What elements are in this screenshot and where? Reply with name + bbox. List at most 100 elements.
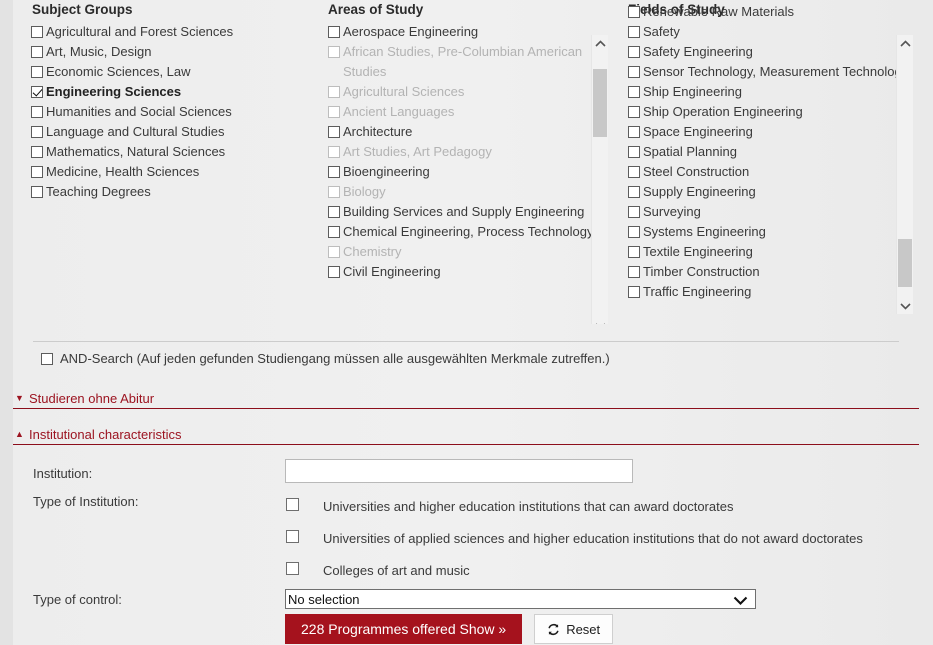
section-divider [33, 341, 899, 342]
listbox-subject-groups[interactable]: Agricultural and Forest Sciences Art, Mus… [31, 22, 321, 322]
option-checkbox[interactable] [328, 166, 340, 178]
option-checkbox[interactable] [328, 266, 340, 278]
type-of-institution-checkbox[interactable] [286, 530, 299, 543]
reset-label: Reset [566, 621, 601, 637]
option-row[interactable]: Building Services and Supply Engineering [328, 202, 608, 222]
option-row[interactable]: Systems Engineering [628, 222, 913, 242]
accordion-header-institutional-characteristics[interactable]: ▲ Institutional characteristics [13, 424, 919, 444]
option-row[interactable]: Timber Construction [628, 262, 913, 282]
option-label: Agricultural and Forest Sciences [46, 24, 234, 39]
option-label: Art Studies, Art Pedagogy [343, 144, 492, 159]
option-checkbox[interactable] [328, 226, 340, 238]
option-row[interactable]: Traffic Engineering [628, 282, 913, 302]
option-label: Safety [643, 24, 680, 39]
option-row[interactable]: Ship Engineering [628, 82, 913, 102]
option-checkbox[interactable] [31, 46, 43, 58]
option-list-subject-groups: Agricultural and Forest Sciences Art, Mus… [31, 22, 321, 202]
option-row[interactable]: Mathematics, Natural Sciences [31, 142, 321, 162]
type-of-institution-option[interactable]: Colleges of art and music [286, 560, 886, 582]
option-row[interactable]: Medicine, Health Sciences [31, 162, 321, 182]
scroll-down-icon[interactable] [897, 298, 913, 314]
option-checkbox[interactable] [31, 126, 43, 138]
option-checkbox[interactable] [628, 226, 640, 238]
scroll-up-icon[interactable] [592, 35, 608, 51]
option-checkbox[interactable] [328, 26, 340, 38]
scrollbar-fields-of-study[interactable] [896, 35, 913, 314]
option-checkbox[interactable] [328, 206, 340, 218]
option-checkbox[interactable] [628, 266, 640, 278]
option-label: Ship Engineering [643, 84, 743, 99]
option-checkbox[interactable] [628, 6, 640, 18]
option-checkbox[interactable] [628, 46, 640, 58]
option-checkbox[interactable] [31, 186, 43, 198]
option-row[interactable]: Chemical Engineering, Process Technology [328, 222, 608, 242]
option-row[interactable]: Language and Cultural Studies [31, 122, 321, 142]
option-label: Civil Engineering [343, 264, 441, 279]
type-of-institution-option[interactable]: Universities and higher education instit… [286, 496, 886, 518]
type-of-institution-option[interactable]: Universities of applied sciences and hig… [286, 528, 886, 550]
option-row[interactable]: Sensor Technology, Measurement Technolog… [628, 62, 913, 82]
listbox-areas-of-study[interactable]: Aerospace Engineering African Studies, Pr… [328, 22, 608, 324]
option-row[interactable]: Safety [628, 22, 913, 42]
option-row[interactable]: Economic Sciences, Law [31, 62, 321, 82]
option-row[interactable]: Art, Music, Design [31, 42, 321, 62]
option-row[interactable]: Space Engineering [628, 122, 913, 142]
scroll-up-icon[interactable] [897, 35, 913, 51]
option-checkbox[interactable] [31, 106, 43, 118]
accordion-header-studieren-ohne-abitur[interactable]: ▼ Studieren ohne Abitur [13, 388, 919, 408]
scrollbar-thumb[interactable] [593, 69, 607, 137]
option-checkbox[interactable] [31, 146, 43, 158]
option-checkbox[interactable] [628, 286, 640, 298]
institution-input[interactable] [285, 459, 633, 483]
option-row[interactable]: Supply Engineering [628, 182, 913, 202]
scrollbar-thumb[interactable] [898, 239, 912, 287]
option-checkbox[interactable] [31, 166, 43, 178]
option-row: Ancient Languages [328, 102, 608, 122]
option-checkbox[interactable] [328, 126, 340, 138]
option-row[interactable]: Textile Engineering [628, 242, 913, 262]
option-row[interactable]: Safety Engineering [628, 42, 913, 62]
option-row: Art Studies, Art Pedagogy [328, 142, 608, 162]
option-row[interactable]: Bioengineering [328, 162, 608, 182]
option-checkbox [328, 86, 340, 98]
option-label: Ancient Languages [343, 104, 455, 119]
type-of-control-select[interactable]: No selection [285, 589, 756, 609]
option-row[interactable]: Humanities and Social Sciences [31, 102, 321, 122]
and-search-row[interactable]: AND-Search (Auf jeden gefunden Studienga… [41, 350, 610, 368]
listbox-fields-of-study[interactable]: Renewable Raw Materials Safety Safety Engi… [628, 2, 913, 314]
option-row[interactable]: Ship Operation Engineering [628, 102, 913, 122]
option-checkbox[interactable] [628, 86, 640, 98]
option-row[interactable]: Aerospace Engineering [328, 22, 608, 42]
option-row[interactable]: Agricultural and Forest Sciences [31, 22, 321, 42]
option-checkbox[interactable] [31, 26, 43, 38]
scroll-down-icon[interactable] [592, 318, 608, 324]
option-label: Timber Construction [643, 264, 760, 279]
option-checkbox[interactable] [31, 66, 43, 78]
option-row[interactable]: Architecture [328, 122, 608, 142]
option-checkbox[interactable] [628, 106, 640, 118]
option-row[interactable]: Engineering Sciences [31, 82, 321, 102]
option-checkbox[interactable] [628, 166, 640, 178]
option-row[interactable]: Civil Engineering [328, 262, 608, 282]
option-row[interactable]: Renewable Raw Materials [628, 2, 913, 22]
option-checkbox[interactable] [628, 126, 640, 138]
type-of-institution-checkbox[interactable] [286, 562, 299, 575]
and-search-checkbox[interactable] [41, 353, 53, 365]
option-checkbox[interactable] [628, 246, 640, 258]
option-checkbox[interactable] [31, 86, 43, 98]
option-row[interactable]: Spatial Planning [628, 142, 913, 162]
option-checkbox[interactable] [628, 26, 640, 38]
option-label: Surveying [643, 204, 701, 219]
option-row[interactable]: Teaching Degrees [31, 182, 321, 202]
option-checkbox[interactable] [628, 66, 640, 78]
type-of-institution-checkbox[interactable] [286, 498, 299, 511]
show-programmes-button[interactable]: 228 Programmes offered Show » [285, 614, 523, 644]
option-row[interactable]: Surveying [628, 202, 913, 222]
chevron-up-icon: ▲ [15, 428, 24, 439]
option-checkbox[interactable] [628, 146, 640, 158]
reset-button[interactable]: Reset [534, 614, 614, 644]
option-checkbox[interactable] [628, 206, 640, 218]
option-row[interactable]: Steel Construction [628, 162, 913, 182]
scrollbar-areas-of-study[interactable] [591, 35, 608, 324]
option-checkbox[interactable] [628, 186, 640, 198]
